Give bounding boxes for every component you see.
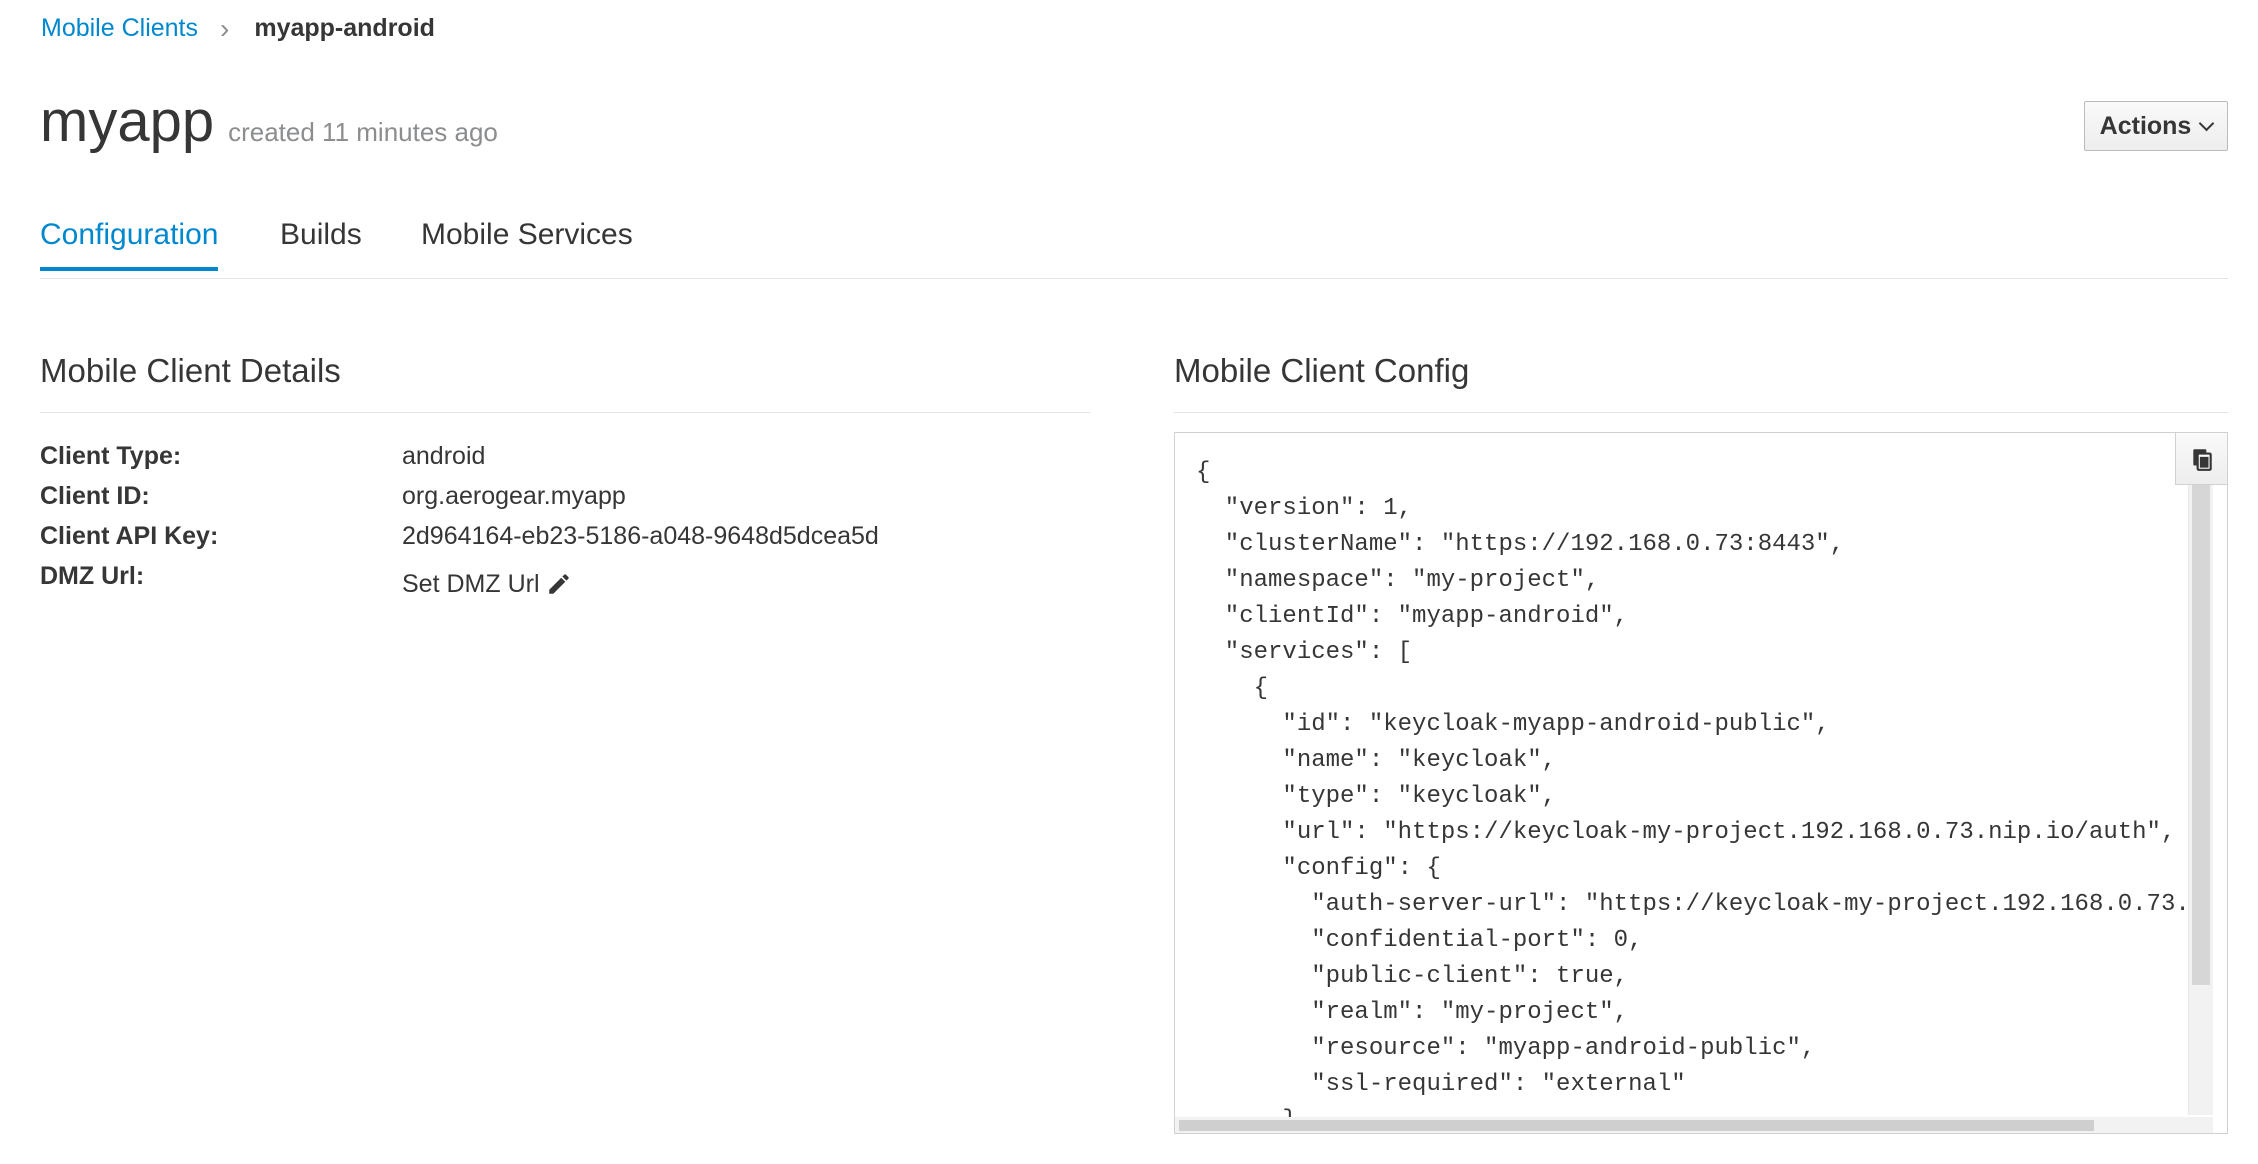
- actions-label: Actions: [2099, 111, 2192, 140]
- detail-row-client-id: Client ID: org.aerogear.myapp: [40, 476, 1090, 516]
- horizontal-scrollbar[interactable]: [1175, 1117, 2213, 1133]
- copy-config-button[interactable]: [2175, 433, 2227, 485]
- breadcrumb-separator: ›: [220, 12, 230, 44]
- set-dmz-url-link[interactable]: Set DMZ Url: [402, 570, 572, 599]
- mobile-client-config-heading: Mobile Client Config: [1174, 352, 2228, 413]
- pencil-icon: [548, 574, 569, 594]
- set-dmz-url-label: Set DMZ Url: [402, 569, 540, 598]
- client-type-label: Client Type:: [40, 441, 182, 470]
- tab-mobile-services[interactable]: Mobile Services: [421, 218, 633, 270]
- config-json-code: { "version": 1, "clusterName": "https://…: [1196, 459, 2196, 1133]
- vertical-scroll-thumb[interactable]: [2192, 485, 2210, 985]
- actions-dropdown-button[interactable]: Actions: [2084, 101, 2228, 151]
- breadcrumb-current: myapp-android: [254, 14, 435, 42]
- horizontal-scroll-thumb[interactable]: [1179, 1120, 2094, 1131]
- api-key-label: Client API Key:: [40, 521, 219, 550]
- chevron-down-icon: [2199, 115, 2215, 131]
- client-details-list: Client Type: android Client ID: org.aero…: [40, 436, 1090, 599]
- tab-configuration[interactable]: Configuration: [40, 218, 219, 271]
- client-id-label: Client ID:: [40, 481, 150, 510]
- mobile-client-details-heading: Mobile Client Details: [40, 352, 1090, 413]
- vertical-scrollbar[interactable]: [2188, 485, 2213, 1115]
- config-code-panel[interactable]: { "version": 1, "clusterName": "https://…: [1174, 432, 2228, 1134]
- tab-bar: Configuration Builds Mobile Services: [40, 218, 2228, 279]
- detail-row-dmz-url: DMZ Url: Set DMZ Url: [40, 556, 1090, 599]
- detail-row-client-type: Client Type: android: [40, 436, 1090, 476]
- dmz-url-label: DMZ Url:: [40, 561, 145, 590]
- created-timestamp: created 11 minutes ago: [228, 117, 498, 147]
- breadcrumb-mobile-clients-link[interactable]: Mobile Clients: [41, 14, 198, 43]
- client-id-value: org.aerogear.myapp: [402, 481, 626, 510]
- api-key-value: 2d964164-eb23-5186-a048-9648d5dcea5d: [402, 521, 879, 550]
- page: Mobile Clients › myapp-android myapp cre…: [0, 0, 2258, 1164]
- client-type-value: android: [402, 441, 486, 470]
- page-title: myapp: [40, 89, 215, 154]
- tab-builds[interactable]: Builds: [280, 218, 362, 270]
- detail-row-api-key: Client API Key: 2d964164-eb23-5186-a048-…: [40, 516, 1090, 556]
- copy-clipboard-icon: [2193, 448, 2212, 471]
- page-title-row: myapp created 11 minutes ago: [40, 88, 498, 155]
- breadcrumb: Mobile Clients › myapp-android: [41, 14, 435, 43]
